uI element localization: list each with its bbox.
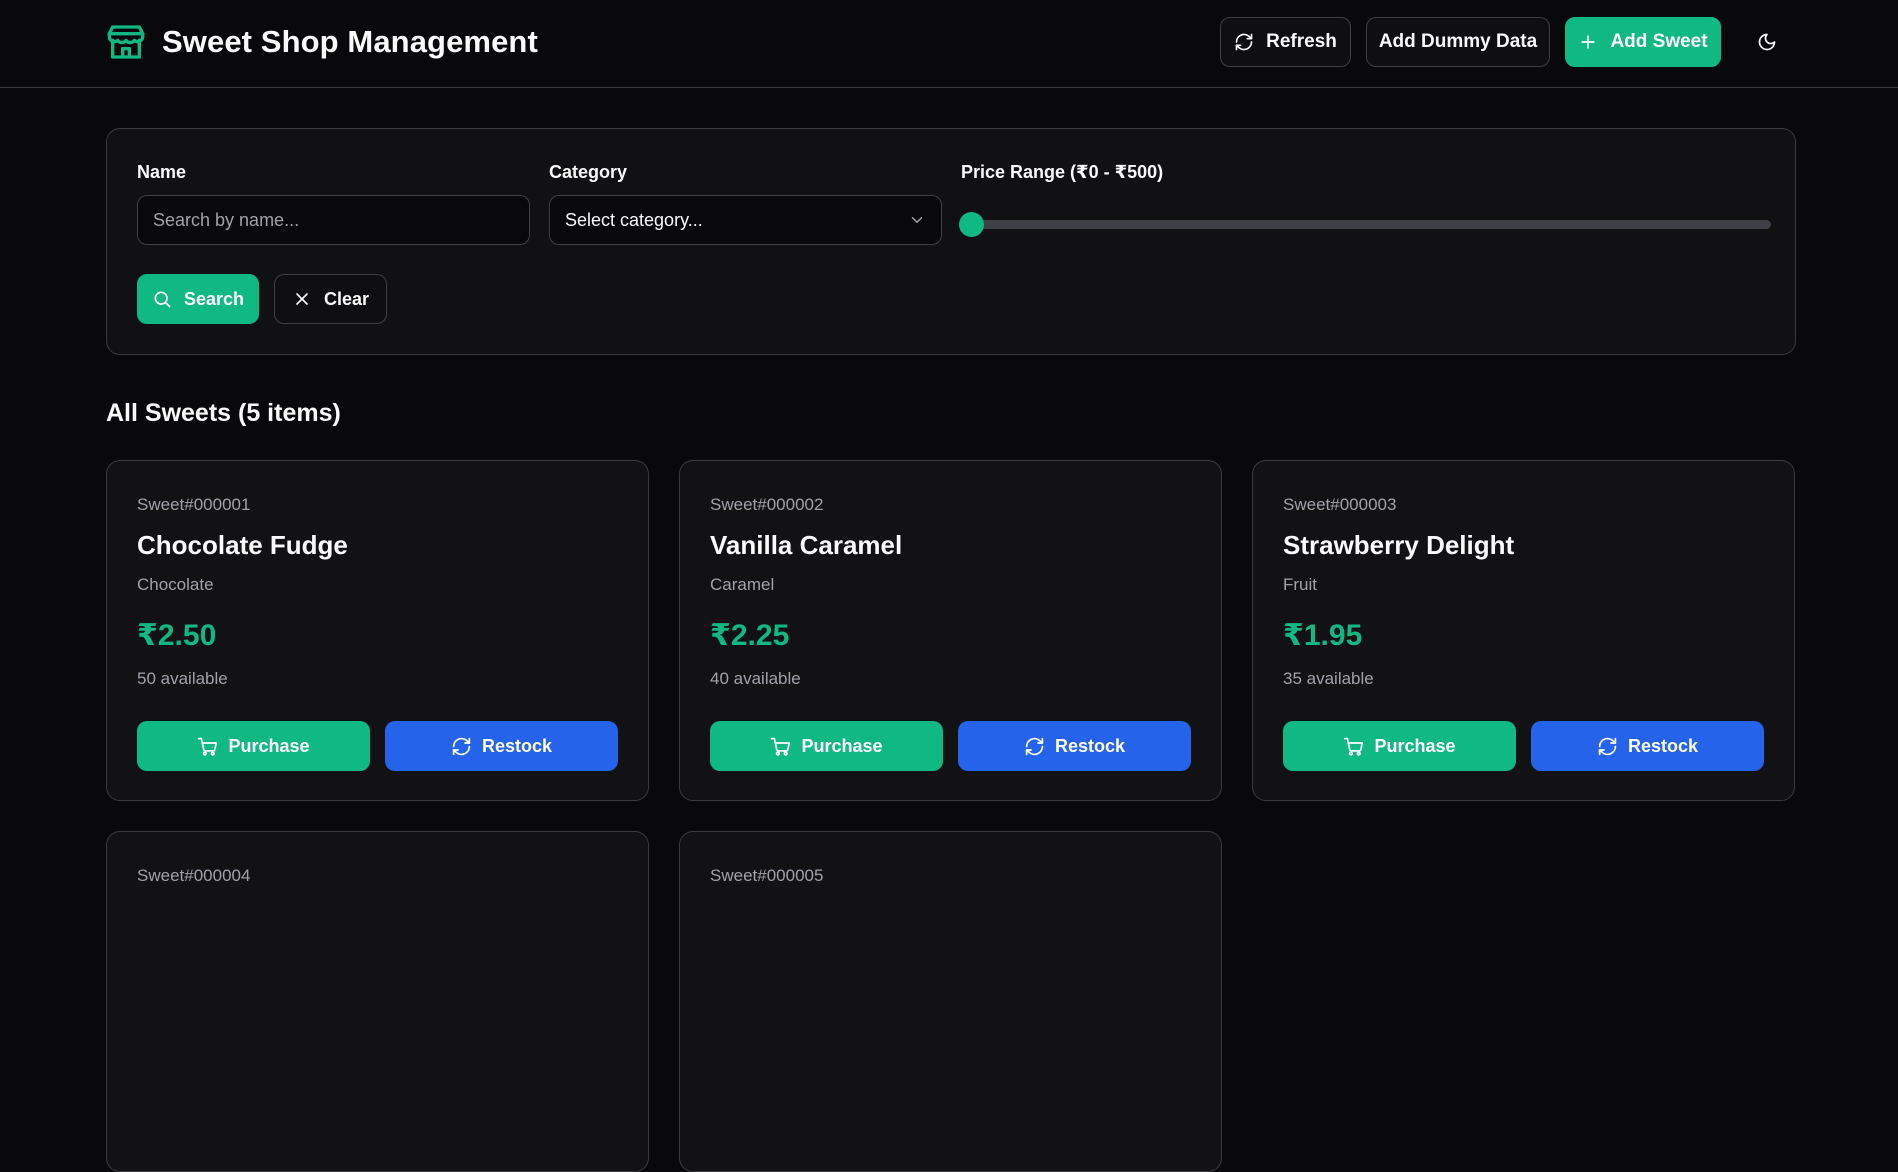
refresh-icon <box>1025 737 1044 755</box>
restock-label: Restock <box>1054 735 1126 756</box>
price-range-thumb[interactable] <box>959 212 984 237</box>
sweet-name: Chocolate Fudge <box>137 530 348 560</box>
category-filter-label: Category <box>549 162 628 182</box>
sweet-price: ₹2.50 <box>137 619 217 652</box>
search-label: Search <box>183 288 245 309</box>
sweet-id: Sweet#000004 <box>137 866 251 885</box>
category-select-value: Select category... <box>565 209 703 230</box>
purchase-label: Purchase <box>1374 735 1456 756</box>
cart-icon <box>1344 737 1364 756</box>
section-title: All Sweets (5 items) <box>106 399 341 427</box>
sweet-quantity: 50 available <box>137 669 228 688</box>
add-sweet-label: Add Sweet <box>1610 31 1708 52</box>
clear-button[interactable]: Clear <box>274 274 387 324</box>
sweet-category: Chocolate <box>137 575 214 594</box>
cart-icon <box>771 737 791 756</box>
name-search-field[interactable] <box>137 195 530 245</box>
price-range-label: Price Range (₹0 - ₹500) <box>961 162 1164 182</box>
sweet-category: Caramel <box>710 575 775 594</box>
sweet-price: ₹1.95 <box>1283 619 1363 652</box>
restock-label: Restock <box>1627 735 1699 756</box>
purchase-label: Purchase <box>801 735 883 756</box>
sweet-card: Sweet#000001 Chocolate Fudge Chocolate ₹… <box>106 460 649 801</box>
plus-icon <box>1581 35 1596 49</box>
sweet-category: Fruit <box>1283 575 1317 594</box>
chevron-down-icon <box>911 217 923 223</box>
sweet-id: Sweet#000003 <box>1283 495 1397 514</box>
restock-button[interactable]: Restock <box>1531 721 1764 771</box>
sweet-id: Sweet#000005 <box>710 866 824 885</box>
refresh-icon <box>1235 33 1253 51</box>
name-search-input[interactable] <box>153 209 514 231</box>
sweet-quantity: 35 available <box>1283 669 1374 688</box>
refresh-icon <box>452 737 471 755</box>
category-select[interactable]: Select category... <box>549 195 942 245</box>
sweet-price: ₹2.25 <box>710 619 790 652</box>
purchase-label: Purchase <box>228 735 310 756</box>
cart-icon <box>198 737 218 756</box>
purchase-button[interactable]: Purchase <box>710 721 943 771</box>
sweet-name: Vanilla Caramel <box>710 530 903 560</box>
theme-toggle-button[interactable] <box>1752 27 1782 57</box>
add-dummy-data-label: Add Dummy Data <box>1378 31 1538 52</box>
restock-label: Restock <box>481 735 553 756</box>
sweet-card: Sweet#000003 Strawberry Delight Fruit ₹1… <box>1252 460 1795 801</box>
sweet-id: Sweet#000001 <box>137 495 251 514</box>
price-range-track[interactable] <box>963 220 1771 229</box>
sweet-quantity: 40 available <box>710 669 801 688</box>
sweet-card: Sweet#000005 <box>679 831 1222 1172</box>
refresh-label: Refresh <box>1266 31 1337 52</box>
app-title: Sweet Shop Management <box>162 24 538 59</box>
name-filter-label: Name <box>137 162 187 182</box>
store-icon <box>107 25 145 59</box>
search-button[interactable]: Search <box>137 274 259 324</box>
app-header: Sweet Shop Management Refresh Add Dummy … <box>0 0 1898 88</box>
add-sweet-button[interactable]: Add Sweet <box>1565 17 1721 67</box>
filter-panel: Name Category Select category... Price R… <box>106 128 1796 355</box>
clear-label: Clear <box>323 288 370 309</box>
refresh-button[interactable]: Refresh <box>1220 17 1351 67</box>
brand: Sweet Shop Management <box>106 22 538 62</box>
purchase-button[interactable]: Purchase <box>1283 721 1516 771</box>
restock-button[interactable]: Restock <box>385 721 618 771</box>
restock-button[interactable]: Restock <box>958 721 1191 771</box>
purchase-button[interactable]: Purchase <box>137 721 370 771</box>
refresh-icon <box>1598 737 1617 755</box>
add-dummy-data-button[interactable]: Add Dummy Data <box>1366 17 1550 67</box>
close-icon <box>296 293 308 305</box>
moon-icon <box>1758 33 1776 51</box>
sweet-name: Strawberry Delight <box>1283 530 1515 560</box>
sweet-card: Sweet#000002 Vanilla Caramel Caramel ₹2.… <box>679 460 1222 801</box>
search-icon <box>154 291 171 308</box>
sweet-card: Sweet#000004 <box>106 831 649 1172</box>
sweet-id: Sweet#000002 <box>710 495 824 514</box>
